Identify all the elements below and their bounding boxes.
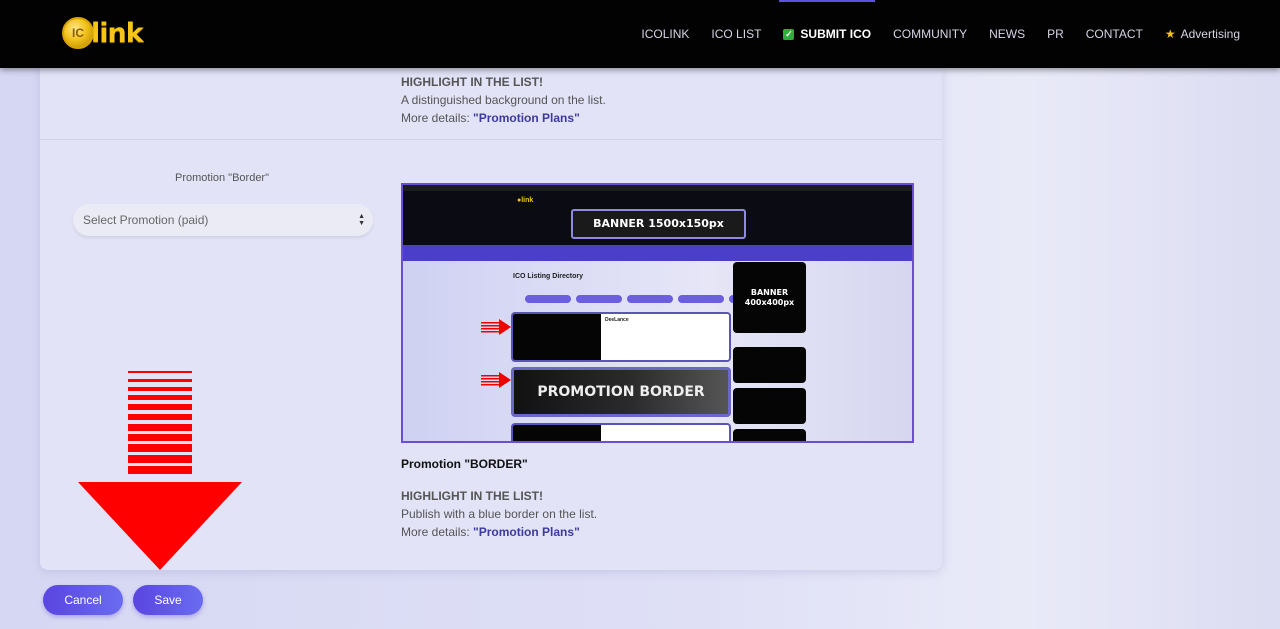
highlight-heading: HIGHLIGHT IN THE LIST!	[401, 75, 543, 89]
preview-red-arrow-icon	[481, 372, 511, 388]
promotion-border-preview-image: ●link BANNER 1500x150px ICO Listing Dire…	[401, 183, 914, 443]
preview-promotion-border: PROMOTION BORDER	[511, 367, 731, 417]
preview-red-arrow-icon	[481, 319, 511, 335]
promotion-border-caption: Promotion "BORDER"	[401, 457, 528, 471]
nav-contact[interactable]: CONTACT	[1086, 0, 1143, 68]
nav-advertising-label: Advertising	[1180, 27, 1240, 41]
border-description: Publish with a blue border on the list.	[401, 507, 598, 521]
nav-submit-ico[interactable]: ✓ SUBMIT ICO	[779, 0, 875, 68]
preview-entry-highlighted: DeeLance	[511, 312, 731, 362]
preview-entry-name: DeeLance	[605, 317, 629, 323]
preview-entry-thumb	[513, 425, 601, 441]
preview-pill	[576, 295, 622, 303]
more-details: More details: "Promotion Plans"	[401, 109, 606, 127]
preview-listing-title: ICO Listing Directory	[513, 273, 584, 280]
preview-side-block	[733, 429, 806, 441]
preview-pill	[627, 295, 673, 303]
promotion-border-select[interactable]: Select Promotion (paid) ▲ ▼	[73, 204, 373, 236]
highlight-background-info: HIGHLIGHT IN THE LIST! A distinguished b…	[401, 73, 606, 127]
preview-pill	[525, 295, 571, 303]
border-heading: HIGHLIGHT IN THE LIST!	[401, 489, 543, 503]
more-details: More details: "Promotion Plans"	[401, 523, 597, 541]
preview-side-banner-line1: BANNER	[750, 288, 789, 297]
logo-coin-icon: IC	[62, 17, 94, 49]
select-arrows-icon: ▲ ▼	[358, 213, 365, 227]
nav-submit-ico-label: SUBMIT ICO	[800, 27, 872, 41]
cancel-button[interactable]: Cancel	[43, 585, 123, 615]
site-logo[interactable]: IC link	[62, 12, 152, 54]
preview-search-band	[403, 245, 912, 261]
promotion-border-label: Promotion "Border"	[174, 172, 269, 184]
preview-pill	[678, 295, 724, 303]
promotion-plans-link[interactable]: "Promotion Plans"	[473, 525, 580, 539]
nav-advertising[interactable]: ★ Advertising	[1165, 0, 1240, 68]
nav-community[interactable]: COMMUNITY	[893, 0, 967, 68]
nav-news[interactable]: NEWS	[989, 0, 1025, 68]
save-button[interactable]: Save	[133, 585, 203, 615]
check-icon: ✓	[783, 28, 795, 40]
promotion-plans-link[interactable]: "Promotion Plans"	[473, 111, 580, 125]
promotion-border-info: HIGHLIGHT IN THE LIST! Publish with a bl…	[401, 487, 597, 541]
highlight-description: A distinguished background on the list.	[401, 93, 606, 107]
preview-top-banner: BANNER 1500x150px	[571, 209, 746, 239]
main-nav: ICOLINK ICO LIST ✓ SUBMIT ICO COMMUNITY …	[619, 0, 1240, 68]
preview-side-banner-line2: 400x400px	[744, 298, 795, 307]
preview-side-block	[733, 388, 806, 424]
star-icon: ★	[1164, 27, 1176, 41]
more-details-prefix: More details:	[401, 525, 474, 539]
more-details-prefix: More details:	[401, 111, 474, 125]
section-divider	[40, 139, 942, 140]
nav-pr[interactable]: PR	[1047, 0, 1064, 68]
logo-text: link	[91, 17, 144, 49]
select-value: Select Promotion (paid)	[83, 213, 209, 227]
preview-browser-strip	[403, 185, 912, 191]
preview-header: ●link BANNER 1500x150px	[403, 185, 912, 245]
preview-side-block	[733, 347, 806, 383]
red-down-arrow-icon	[78, 371, 242, 570]
nav-ico-list[interactable]: ICO LIST	[711, 0, 761, 68]
preview-side-banner: BANNER 400x400px	[733, 262, 806, 333]
nav-icolink[interactable]: ICOLINK	[641, 0, 689, 68]
preview-logo: ●link	[517, 197, 534, 204]
preview-entry-thumb	[513, 314, 601, 360]
preview-body: ICO Listing Directory BANNER 400x400px D…	[403, 261, 912, 441]
top-navbar: IC link ICOLINK ICO LIST ✓ SUBMIT ICO CO…	[0, 0, 1280, 68]
preview-entry	[511, 423, 731, 441]
